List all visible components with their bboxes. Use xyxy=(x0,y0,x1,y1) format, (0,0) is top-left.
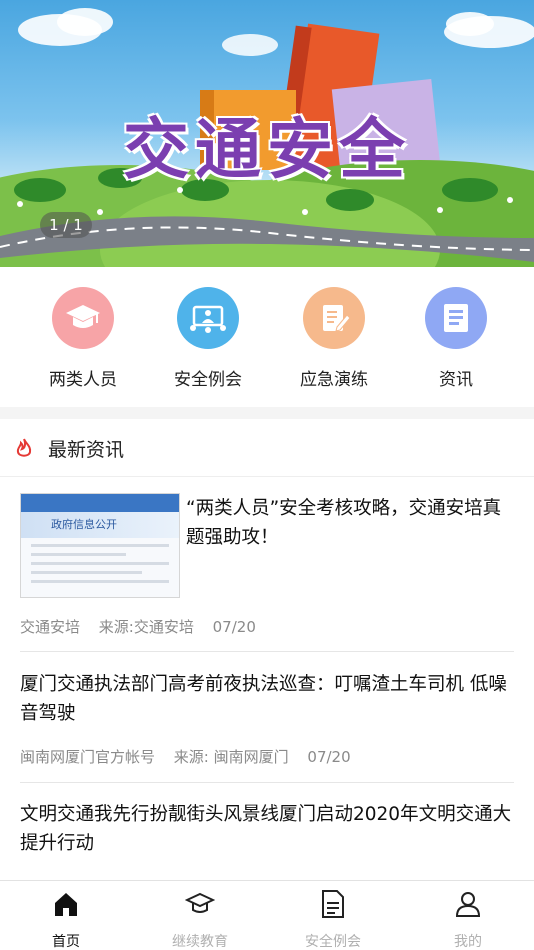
quick-item-label: 安全例会 xyxy=(174,370,242,390)
tab-label: 首页 xyxy=(52,934,80,950)
meeting-icon xyxy=(177,287,239,349)
banner-page-indicator: 1 / 1 xyxy=(40,212,92,238)
quick-item-label: 两类人员 xyxy=(49,370,117,390)
news-icon xyxy=(425,287,487,349)
news-thumbnail: 政府信息公开 xyxy=(20,493,180,598)
quick-item-news[interactable]: 资讯 xyxy=(401,287,511,390)
news-source: 来源:交通安培 xyxy=(98,618,194,636)
news-section-header: 最新资讯 xyxy=(0,419,534,477)
quick-item-safety-meeting[interactable]: 安全例会 xyxy=(153,287,263,390)
news-item[interactable]: 政府信息公开 “两类人员”安全考核攻略，交通安培真题强助攻！ 交通安培 来源:交… xyxy=(20,478,514,652)
news-date: 07/20 xyxy=(212,618,256,636)
news-date: 07/20 xyxy=(307,748,351,766)
tab-safety-meeting[interactable]: 安全例会 xyxy=(283,889,383,950)
graduation-cap-icon xyxy=(150,889,250,919)
quick-item-emergency-drill[interactable]: 应急演练 xyxy=(279,287,389,390)
quick-item-label: 资讯 xyxy=(439,370,473,390)
fire-icon xyxy=(14,437,34,463)
tab-label: 我的 xyxy=(454,934,482,950)
news-meta: 交通安培 来源:交通安培 07/20 xyxy=(20,616,270,637)
tab-label: 继续教育 xyxy=(172,934,228,950)
tab-mine[interactable]: 我的 xyxy=(418,889,518,950)
tab-continuing-education[interactable]: 继续教育 xyxy=(150,889,250,950)
tab-home[interactable]: 首页 xyxy=(16,889,116,950)
news-meta: 闽南网厦门官方帐号 来源: 闽南网厦门 07/20 xyxy=(20,746,365,767)
thumbnail-caption: 政府信息公开 xyxy=(21,512,179,538)
bottom-tab-bar: 首页 继续教育 安全例会 我的 xyxy=(0,880,534,950)
document-icon xyxy=(283,889,383,919)
news-author: 交通安培 xyxy=(20,618,81,636)
news-item[interactable]: 文明交通我先行扮靓街头风景线厦门启动2020年文明交通大提升行动 xyxy=(20,783,514,880)
news-section-title: 最新资讯 xyxy=(48,439,125,461)
news-author: 闽南网厦门官方帐号 xyxy=(20,748,156,766)
banner-title: 交通安全 xyxy=(123,111,411,188)
news-source: 来源: 闽南网厦门 xyxy=(173,748,289,766)
graduation-cap-icon xyxy=(52,287,114,349)
quick-item-two-types-personnel[interactable]: 两类人员 xyxy=(28,287,138,390)
news-title: 厦门交通执法部门高考前夜执法巡查：叮嘱渣土车司机 低噪音驾驶 xyxy=(20,674,507,724)
news-item[interactable]: 厦门交通执法部门高考前夜执法巡查：叮嘱渣土车司机 低噪音驾驶 闽南网厦门官方帐号… xyxy=(20,652,514,783)
tab-label: 安全例会 xyxy=(305,934,361,950)
quick-item-label: 应急演练 xyxy=(300,370,368,390)
quick-menu: 两类人员 安全例会 应急演练 资讯 xyxy=(0,267,534,407)
banner-carousel[interactable]: 交通安全 1 / 1 xyxy=(0,0,534,267)
home-icon xyxy=(16,889,116,919)
news-title: “两类人员”安全考核攻略，交通安培真题强助攻！ xyxy=(186,498,502,548)
section-divider xyxy=(0,407,534,419)
user-icon xyxy=(418,889,518,919)
document-edit-icon xyxy=(303,287,365,349)
news-title: 文明交通我先行扮靓街头风景线厦门启动2020年文明交通大提升行动 xyxy=(20,804,512,854)
